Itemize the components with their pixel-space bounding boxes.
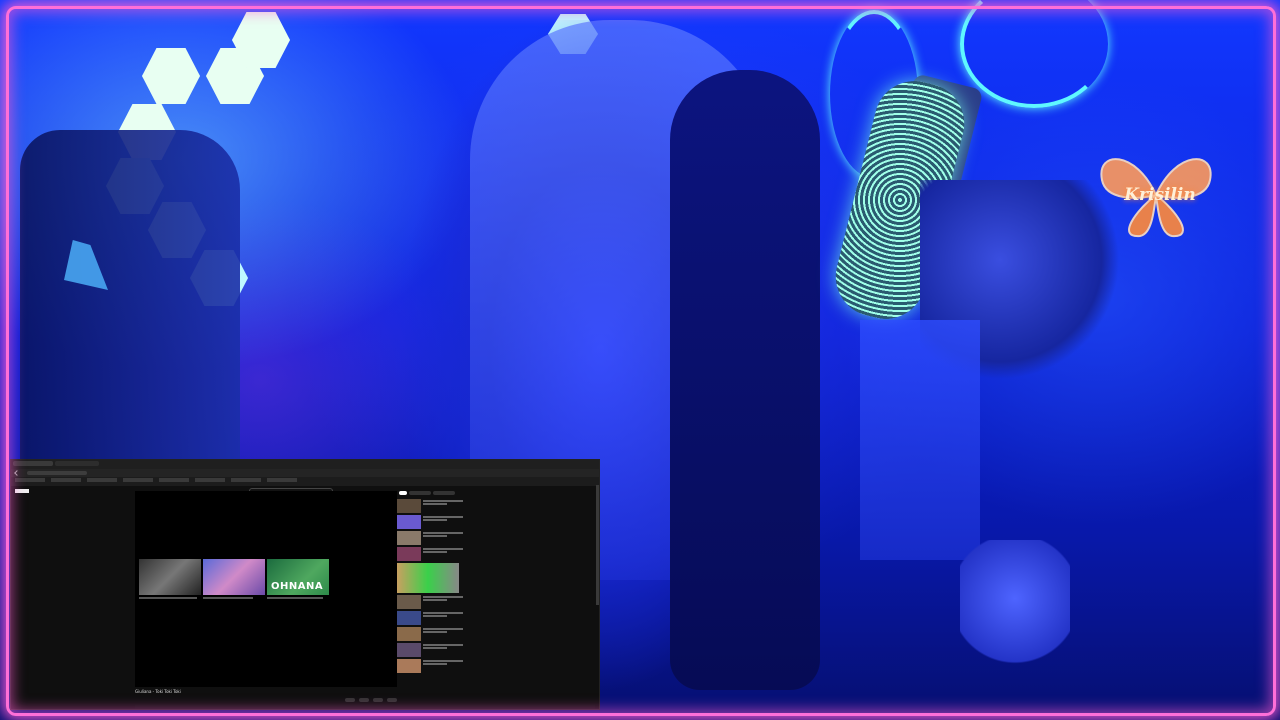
stream-scene: Krisilin OHNANA Giuliana - Toki Toki Tok… bbox=[0, 0, 1280, 720]
neon-frame-border bbox=[6, 6, 1276, 716]
